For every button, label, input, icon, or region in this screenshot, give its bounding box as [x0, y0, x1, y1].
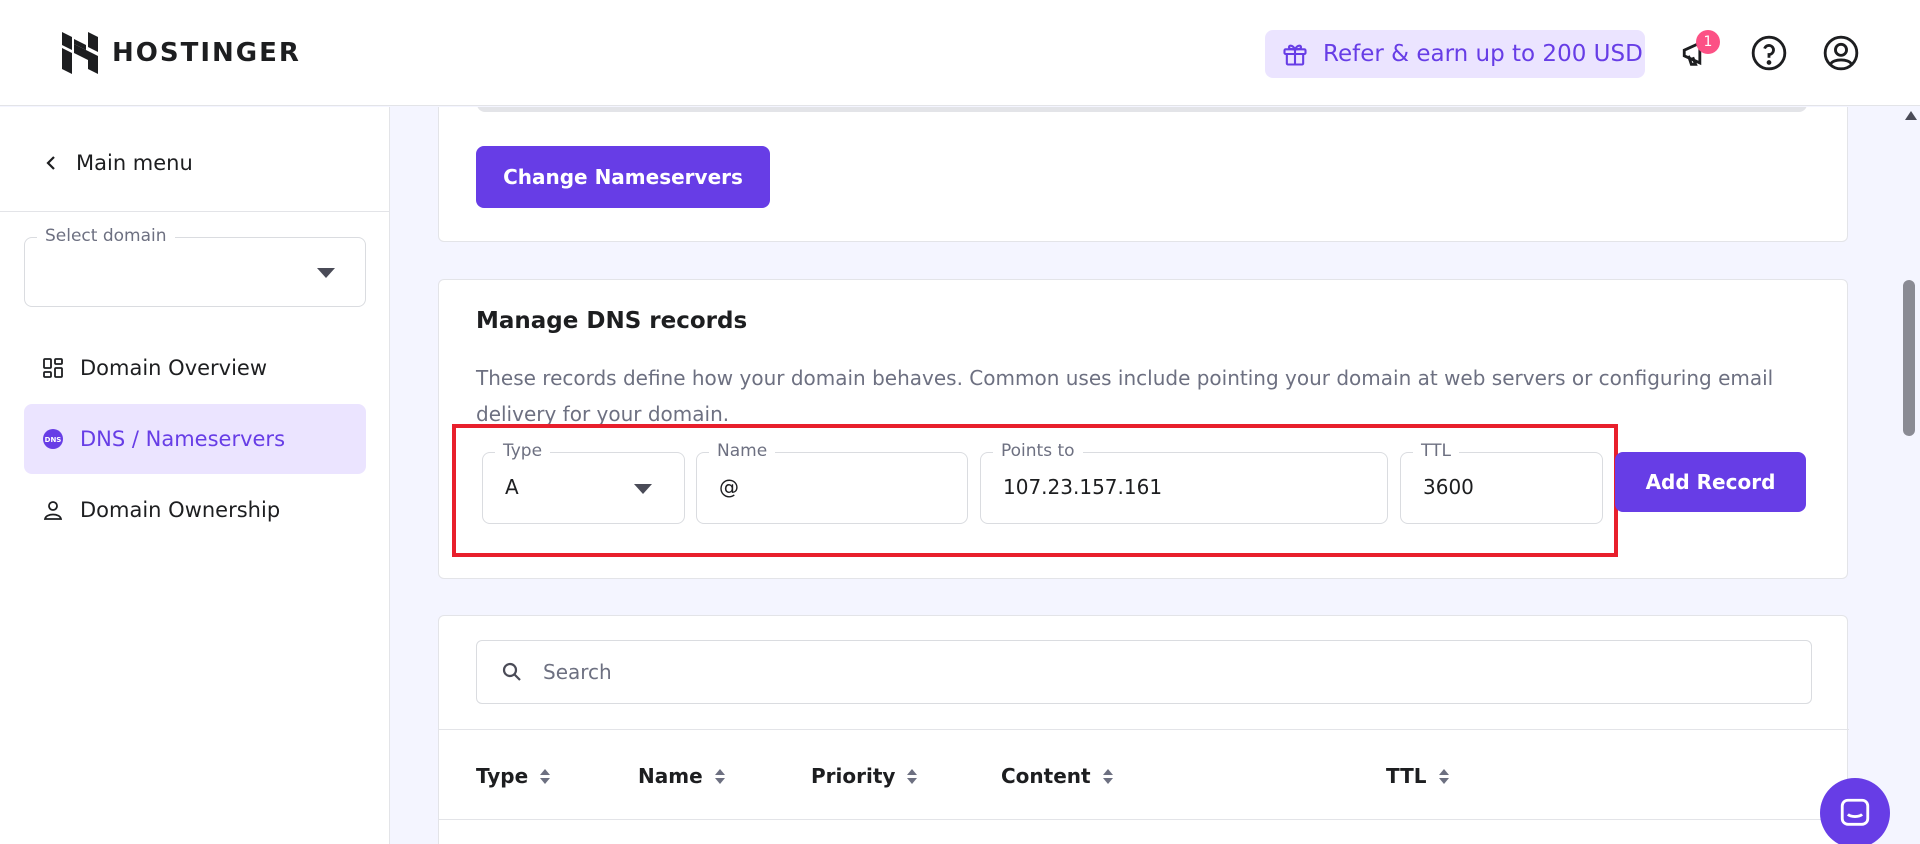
- column-header-type[interactable]: Type: [476, 764, 551, 788]
- chat-icon: [1840, 798, 1870, 826]
- hostinger-logo-icon: [62, 32, 98, 74]
- sidebar-item-label: DNS / Nameservers: [80, 427, 286, 451]
- ttl-label: TTL: [1413, 441, 1459, 461]
- main-menu-link[interactable]: Main menu: [44, 151, 193, 175]
- svg-text:DNS: DNS: [45, 436, 62, 444]
- top-header: HOSTINGER Refer & earn up to 200 USD 1: [0, 0, 1920, 106]
- sidebar-item-domain-ownership[interactable]: Domain Ownership: [24, 475, 366, 545]
- grid-icon: [43, 358, 63, 378]
- announcements-button[interactable]: 1: [1676, 30, 1720, 74]
- sidebar-item-label: Domain Ownership: [80, 498, 281, 522]
- chat-widget-button[interactable]: [1820, 778, 1890, 844]
- sidebar-divider: [0, 211, 390, 212]
- search-placeholder: Search: [543, 660, 612, 684]
- points-to-label: Points to: [993, 441, 1083, 461]
- gift-icon: [1283, 44, 1307, 66]
- column-label: Priority: [811, 764, 896, 788]
- column-label: Content: [1001, 764, 1091, 788]
- help-button[interactable]: [1748, 32, 1790, 74]
- manage-dns-title: Manage DNS records: [476, 308, 748, 334]
- account-button[interactable]: [1820, 32, 1862, 74]
- name-label: Name: [709, 441, 776, 461]
- scroll-up-arrow-icon[interactable]: [1905, 111, 1917, 120]
- sort-icon: [1438, 768, 1449, 784]
- manage-dns-description: These records define how your domain beh…: [476, 366, 1774, 426]
- column-header-ttl[interactable]: TTL: [1386, 764, 1449, 788]
- help-icon: [1751, 35, 1787, 71]
- dns-records-table-card: Search Type Name Priority Content TTL: [438, 615, 1849, 844]
- record-type-select[interactable]: Type A: [482, 441, 685, 524]
- main-menu-label: Main menu: [76, 151, 193, 175]
- points-to-value: 107.23.157.161: [1003, 475, 1163, 499]
- dns-icon: DNS: [43, 429, 63, 449]
- caret-down-icon: [634, 484, 652, 494]
- change-nameservers-button[interactable]: Change Nameservers: [476, 146, 770, 208]
- select-domain-label: Select domain: [37, 226, 175, 246]
- add-record-button[interactable]: Add Record: [1615, 452, 1806, 512]
- column-header-name[interactable]: Name: [638, 764, 725, 788]
- main-content: Change Nameservers Manage DNS records Th…: [390, 107, 1900, 844]
- column-label: TTL: [1386, 764, 1427, 788]
- column-label: Name: [638, 764, 703, 788]
- records-search-input[interactable]: Search: [476, 640, 1812, 704]
- manage-dns-card: Manage DNS records These records define …: [438, 279, 1848, 579]
- sort-icon: [540, 768, 551, 784]
- column-header-content[interactable]: Content: [1001, 764, 1113, 788]
- points-to-input[interactable]: Points to 107.23.157.161: [980, 441, 1388, 524]
- select-domain-dropdown[interactable]: Select domain: [24, 226, 366, 307]
- notification-badge: 1: [1696, 30, 1720, 54]
- table-divider: [439, 729, 1849, 730]
- nameservers-card: Change Nameservers: [438, 107, 1848, 242]
- sort-icon: [907, 768, 918, 784]
- chevron-left-icon: [46, 156, 55, 170]
- sidebar-item-label: Domain Overview: [80, 356, 268, 380]
- sidebar-item-dns-nameservers[interactable]: DNS DNS / Nameservers: [24, 404, 366, 474]
- column-label: Type: [476, 764, 529, 788]
- sort-icon: [714, 768, 725, 784]
- vertical-scrollbar[interactable]: [1900, 107, 1920, 844]
- type-value: A: [505, 475, 519, 499]
- caret-down-icon: [317, 268, 335, 278]
- sort-icon: [1102, 768, 1113, 784]
- record-name-input[interactable]: Name @: [696, 441, 968, 524]
- brand-name: HOSTINGER: [112, 38, 301, 68]
- add-record-label: Add Record: [1645, 470, 1776, 494]
- refer-label: Refer & earn up to 200 USD: [1323, 41, 1643, 67]
- nameservers-field-bottom: [477, 107, 1807, 112]
- type-label: Type: [495, 441, 551, 461]
- column-header-priority[interactable]: Priority: [811, 764, 918, 788]
- change-nameservers-label: Change Nameservers: [503, 165, 743, 189]
- name-value: @: [719, 475, 739, 499]
- ttl-value: 3600: [1423, 475, 1474, 499]
- search-icon: [502, 662, 521, 681]
- ttl-input[interactable]: TTL 3600: [1400, 441, 1603, 524]
- user-circle-icon: [1823, 35, 1859, 71]
- person-icon: [43, 501, 63, 520]
- table-header-divider: [439, 819, 1849, 820]
- sidebar: Main menu Select domain Domain Overview …: [0, 107, 390, 844]
- refer-earn-button[interactable]: Refer & earn up to 200 USD: [1265, 30, 1645, 78]
- scrollbar-thumb[interactable]: [1903, 280, 1915, 436]
- hostinger-logo[interactable]: HOSTINGER: [60, 30, 301, 76]
- sidebar-item-domain-overview[interactable]: Domain Overview: [24, 333, 366, 403]
